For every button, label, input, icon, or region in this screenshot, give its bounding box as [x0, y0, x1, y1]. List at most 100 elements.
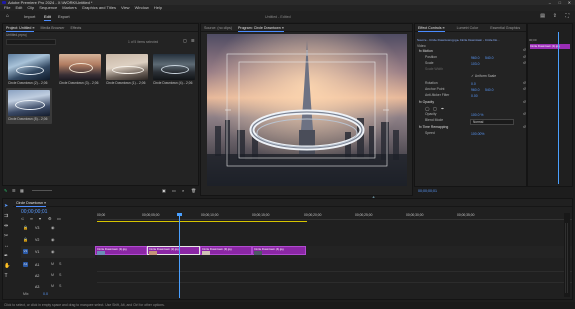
captions-icon[interactable]: ▭: [57, 216, 61, 221]
fullscreen-icon[interactable]: ⛶: [565, 13, 569, 19]
source-patch-v1[interactable]: V1: [23, 249, 28, 254]
source-patch-a1[interactable]: A1: [23, 262, 28, 267]
rotation-value[interactable]: 0.0: [471, 82, 476, 86]
effect-timecode[interactable]: 00;00;00;01: [418, 189, 437, 193]
solo-button[interactable]: S: [59, 262, 61, 266]
menu-view[interactable]: View: [121, 5, 130, 10]
menu-file[interactable]: File: [4, 5, 10, 10]
slip-tool-icon[interactable]: ↔: [4, 243, 9, 249]
timeline-timecode[interactable]: 00;00;00;01: [21, 209, 47, 215]
filter-icon[interactable]: ☰: [191, 38, 195, 43]
anchor-x[interactable]: 960.0: [471, 88, 480, 92]
linked-selection-icon[interactable]: ∞: [30, 216, 33, 221]
type-tool-icon[interactable]: T: [4, 273, 8, 279]
search-icon[interactable]: ⌕: [182, 188, 184, 193]
tab-essential-graphics[interactable]: Essential Graphics: [487, 25, 523, 32]
timeline-ruler[interactable]: 00;00 00;00;05;00 00;00;10;00 00;00;15;0…: [97, 209, 572, 222]
mask-ellipse-icon[interactable]: ◯: [425, 106, 429, 111]
eye-icon[interactable]: ◉: [51, 225, 55, 230]
timeline-clip[interactable]: Circle Downtown (3).jpg: [200, 246, 252, 255]
workspace-edit[interactable]: Edit: [44, 14, 51, 21]
tab-project[interactable]: Project: Untitled ≡: [3, 25, 37, 32]
opacity-value[interactable]: 100.0 %: [471, 113, 483, 117]
media-thumbnail[interactable]: [8, 54, 50, 80]
work-area-bar[interactable]: [97, 221, 307, 222]
antiflicker-value[interactable]: 0.00: [471, 94, 478, 98]
search-input[interactable]: [6, 39, 56, 45]
add-marker-icon[interactable]: ▾: [39, 216, 41, 221]
workspaces-icon[interactable]: ▤: [540, 13, 545, 19]
menu-help[interactable]: Help: [154, 5, 162, 10]
reset-icon[interactable]: ↺: [523, 55, 526, 59]
mix-value[interactable]: 0.0: [43, 292, 48, 296]
motion-label[interactable]: fx Motion: [419, 49, 531, 54]
tab-effect-controls[interactable]: Effect Controls ≡: [415, 25, 448, 32]
solo-button[interactable]: S: [59, 273, 61, 277]
menu-sequence[interactable]: Sequence: [39, 5, 57, 10]
mini-playhead[interactable]: [558, 32, 559, 184]
eye-icon[interactable]: ◉: [51, 249, 55, 254]
position-y[interactable]: 540.0: [485, 56, 494, 60]
tab-program[interactable]: Program: Circle Downtown ≡: [235, 25, 287, 32]
quick-export-icon[interactable]: ⇪: [553, 13, 557, 19]
lock-icon[interactable]: 🔒: [23, 225, 28, 230]
settings-icon[interactable]: ⚙: [48, 216, 52, 221]
playhead-handle-icon[interactable]: [177, 213, 182, 216]
reset-icon[interactable]: ↺: [523, 112, 526, 116]
timeline-clip[interactable]: Circle Downtown (1).jpg: [95, 246, 147, 255]
list-view-icon[interactable]: ☰: [12, 188, 16, 193]
reset-icon[interactable]: ↺: [523, 87, 526, 91]
mute-button[interactable]: M: [51, 273, 54, 277]
menu-graphics[interactable]: Graphics and Titles: [82, 5, 116, 10]
tab-effects[interactable]: Effects: [67, 25, 84, 32]
pen-tool-icon[interactable]: ✒: [4, 253, 8, 259]
position-x[interactable]: 960.0: [471, 56, 480, 60]
tab-sequence[interactable]: Circle Downtown ≡: [13, 200, 49, 207]
bin-icon[interactable]: ▭: [172, 188, 176, 193]
speed-value[interactable]: 100.00%: [471, 132, 484, 136]
track-select-icon[interactable]: ⇉: [4, 213, 8, 219]
media-thumbnail[interactable]: [106, 54, 148, 80]
icon-view-icon[interactable]: ▦: [20, 188, 24, 193]
ripple-edit-icon[interactable]: ⇹: [4, 223, 8, 229]
media-thumbnail[interactable]: [59, 54, 101, 80]
tab-source[interactable]: Source: (no clips): [201, 25, 235, 32]
new-item-icon[interactable]: ▣: [162, 188, 166, 193]
snap-icon[interactable]: ⊂: [21, 216, 24, 221]
home-icon[interactable]: ⌂: [6, 13, 9, 19]
menu-markers[interactable]: Markers: [62, 5, 76, 10]
reset-icon[interactable]: ↺: [523, 48, 526, 52]
eye-icon[interactable]: ◉: [51, 237, 55, 242]
razor-tool-icon[interactable]: ✂: [4, 233, 8, 239]
menu-edit[interactable]: Edit: [15, 5, 22, 10]
time-remap-section[interactable]: fx Time Remapping: [419, 125, 531, 130]
video-frame[interactable]: [207, 34, 407, 186]
timeline-playhead[interactable]: [179, 214, 180, 298]
timeline-clip[interactable]: Circle Downtown (4).jpg: [252, 246, 306, 255]
opacity-section[interactable]: fx Opacity: [419, 100, 531, 105]
mute-button[interactable]: M: [51, 262, 54, 266]
tab-lumetri[interactable]: Lumetri Color: [454, 25, 482, 32]
workspace-export[interactable]: Export: [58, 14, 70, 19]
hand-tool-icon[interactable]: ✋: [4, 263, 10, 269]
menu-clip[interactable]: Clip: [27, 5, 34, 10]
media-thumbnail[interactable]: [153, 54, 195, 80]
mute-button[interactable]: M: [51, 284, 54, 288]
reset-icon[interactable]: ↺: [523, 100, 526, 104]
menu-window[interactable]: Window: [135, 5, 149, 10]
timeline-clip-selected[interactable]: Circle Downtown (2).jpg: [147, 246, 200, 255]
zoom-slider[interactable]: [32, 190, 52, 191]
trash-icon[interactable]: 🗑: [191, 188, 196, 193]
lock-icon[interactable]: 🔒: [23, 237, 28, 242]
scale-value[interactable]: 103.0: [471, 62, 480, 66]
media-thumbnail-selected[interactable]: [8, 90, 50, 116]
tab-media-browser[interactable]: Media Browser: [37, 25, 67, 32]
reset-icon[interactable]: ↺: [523, 81, 526, 85]
mask-pen-icon[interactable]: ✒: [441, 106, 444, 111]
workspace-import[interactable]: Import: [24, 14, 35, 19]
selection-tool-icon[interactable]: ➤: [4, 203, 8, 209]
new-bin-icon[interactable]: ▢: [183, 38, 187, 43]
reset-icon[interactable]: ↺: [523, 125, 526, 129]
pen-icon[interactable]: ✎: [4, 188, 7, 193]
reset-icon[interactable]: ↺: [523, 61, 526, 65]
